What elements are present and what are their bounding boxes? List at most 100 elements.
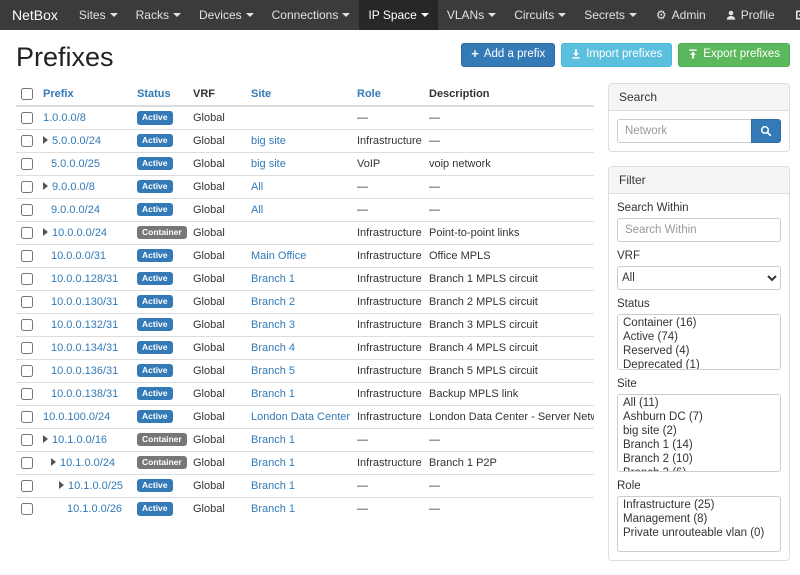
row-checkbox[interactable] (21, 319, 33, 331)
row-checkbox[interactable] (21, 158, 33, 170)
status-badge: Container (137, 456, 187, 470)
indent-spacer (43, 166, 51, 167)
prefix-link[interactable]: 9.0.0.0/8 (52, 181, 95, 193)
nav-item-devices[interactable]: Devices (190, 0, 263, 30)
vrf-cell: Global (188, 267, 246, 290)
prefix-link[interactable]: 9.0.0.0/24 (51, 204, 100, 216)
site-link[interactable]: Branch 5 (251, 365, 295, 377)
row-checkbox[interactable] (21, 388, 33, 400)
nav-item-connections[interactable]: Connections (263, 0, 360, 30)
description-cell: Branch 2 MPLS circuit (424, 290, 594, 313)
chevron-down-icon (110, 13, 118, 17)
row-checkbox[interactable] (21, 457, 33, 469)
prefix-link[interactable]: 10.1.0.0/26 (67, 503, 122, 515)
chevron-down-icon (558, 13, 566, 17)
prefix-link[interactable]: 10.0.0.136/31 (51, 365, 118, 377)
export-prefixes-button[interactable]: Export prefixes (678, 43, 790, 67)
row-checkbox[interactable] (21, 503, 33, 515)
site-link[interactable]: Main Office (251, 250, 306, 262)
indent-spacer (43, 212, 51, 213)
row-checkbox[interactable] (21, 135, 33, 147)
prefix-link[interactable]: 10.0.0.0/24 (52, 227, 107, 239)
site-link[interactable]: All (251, 204, 263, 216)
table-header-row: Prefix Status VRF Site Role Description (16, 83, 594, 106)
row-checkbox[interactable] (21, 227, 33, 239)
row-checkbox[interactable] (21, 204, 33, 216)
nav-item-sites[interactable]: Sites (70, 0, 127, 30)
column-header-site[interactable]: Site (246, 83, 352, 106)
nav-item-vlans[interactable]: VLANs (438, 0, 505, 30)
prefix-link[interactable]: 1.0.0.0/8 (43, 112, 86, 124)
site-link[interactable]: Branch 3 (251, 319, 295, 331)
site-link[interactable]: Branch 1 (251, 434, 295, 446)
site-link[interactable]: big site (251, 135, 286, 147)
table-row: 10.0.0.128/31 Active Global Branch 1 Inf… (16, 267, 594, 290)
indent-spacer (43, 258, 51, 259)
search-button[interactable] (751, 119, 781, 143)
nav-item-circuits[interactable]: Circuits (505, 0, 575, 30)
gear-icon: ⚙ (656, 9, 667, 21)
row-checkbox[interactable] (21, 296, 33, 308)
prefix-link[interactable]: 10.0.0.128/31 (51, 273, 118, 285)
site-link[interactable]: Branch 2 (251, 296, 295, 308)
brand[interactable]: NetBox (0, 0, 70, 30)
nav-item-secrets[interactable]: Secrets (575, 0, 646, 30)
nav-item-profile[interactable]: Profile (716, 0, 785, 30)
select-all-checkbox[interactable] (21, 88, 33, 100)
site-link[interactable]: Branch 1 (251, 273, 295, 285)
prefix-link[interactable]: 5.0.0.0/24 (52, 135, 101, 147)
prefix-link[interactable]: 10.1.0.0/16 (52, 434, 107, 446)
row-checkbox[interactable] (21, 434, 33, 446)
prefix-link[interactable]: 10.0.0.132/31 (51, 319, 118, 331)
prefix-link[interactable]: 10.0.0.0/31 (51, 250, 106, 262)
site-link[interactable]: Branch 1 (251, 503, 295, 515)
site-link[interactable]: Branch 4 (251, 342, 295, 354)
status-badge: Active (137, 502, 173, 516)
column-header-role[interactable]: Role (352, 83, 424, 106)
prefix-link[interactable]: 10.0.0.134/31 (51, 342, 118, 354)
site-filter-select[interactable]: All (11)Ashburn DC (7)big site (2)Branch… (617, 394, 781, 472)
vrf-filter-select[interactable]: All (617, 266, 781, 290)
row-checkbox[interactable] (21, 480, 33, 492)
row-checkbox[interactable] (21, 411, 33, 423)
site-link[interactable]: London Data Center (251, 411, 350, 423)
site-link[interactable]: Branch 1 (251, 480, 295, 492)
prefix-link[interactable]: 5.0.0.0/25 (51, 158, 100, 170)
chevron-down-icon (246, 13, 254, 17)
row-checkbox[interactable] (21, 273, 33, 285)
site-link[interactable]: big site (251, 158, 286, 170)
table-row: 10.0.0.130/31 Active Global Branch 2 Inf… (16, 290, 594, 313)
status-filter-select[interactable]: Container (16)Active (74)Reserved (4)Dep… (617, 314, 781, 370)
site-link[interactable]: All (251, 181, 263, 193)
role-filter-select[interactable]: Infrastructure (25)Management (8)Private… (617, 496, 781, 552)
indent-spacer (43, 396, 51, 397)
site-link[interactable]: Branch 1 (251, 388, 295, 400)
add-prefix-button[interactable]: + Add a prefix (461, 43, 555, 67)
import-prefixes-button[interactable]: Import prefixes (561, 43, 672, 67)
row-checkbox[interactable] (21, 250, 33, 262)
prefix-link[interactable]: 10.1.0.0/24 (60, 457, 115, 469)
search-input[interactable] (617, 119, 751, 143)
nav-item-ip-space[interactable]: IP Space (359, 0, 437, 30)
row-checkbox[interactable] (21, 112, 33, 124)
prefix-link[interactable]: 10.0.100.0/24 (43, 411, 110, 423)
vrf-cell: Global (188, 497, 246, 520)
row-checkbox[interactable] (21, 181, 33, 193)
prefix-link[interactable]: 10.0.0.130/31 (51, 296, 118, 308)
column-header-status[interactable]: Status (132, 83, 188, 106)
row-checkbox[interactable] (21, 342, 33, 354)
nav-item-racks[interactable]: Racks (127, 0, 190, 30)
nav-item-admin[interactable]: ⚙ Admin (646, 0, 716, 30)
description-cell: Point-to-point links (424, 221, 594, 244)
site-link[interactable]: Branch 1 (251, 457, 295, 469)
prefix-link[interactable]: 10.1.0.0/25 (68, 480, 123, 492)
indent-spacer (43, 350, 51, 351)
status-badge: Active (137, 295, 173, 309)
description-cell: — (424, 198, 594, 221)
search-within-input[interactable] (617, 218, 781, 242)
prefix-link[interactable]: 10.0.0.138/31 (51, 388, 118, 400)
row-checkbox[interactable] (21, 365, 33, 377)
column-header-prefix[interactable]: Prefix (38, 83, 132, 106)
table-row: 1.0.0.0/8 Active Global — — (16, 106, 594, 129)
nav-item-logout[interactable]: Log out (785, 0, 800, 30)
